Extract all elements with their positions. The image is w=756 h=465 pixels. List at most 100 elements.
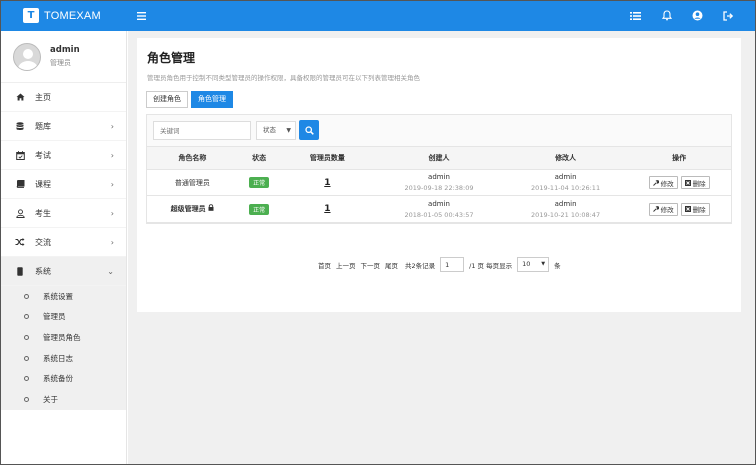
chevron-right-icon: ›	[110, 150, 114, 160]
submenu-label: 系统日志	[43, 353, 73, 363]
database-icon	[15, 121, 25, 131]
sidebar-item-label: 系统	[35, 266, 51, 276]
roles-table: 角色名称 状态 管理员数量 创建人 修改人 操作 普通管理员 正常 1 admi…	[146, 146, 732, 224]
system-submenu: 系统设置 管理员 管理员角色 系统日志 系统备份 关于	[1, 286, 126, 410]
circle-icon	[24, 355, 29, 361]
edit-label: 修改	[660, 179, 674, 188]
delete-label: 删除	[692, 179, 706, 188]
menu-toggle-icon[interactable]	[137, 9, 147, 23]
created-time: 2018-01-05 00:43:57	[404, 210, 474, 219]
admin-count-link[interactable]: 1	[324, 178, 330, 188]
chevron-right-icon: ›	[110, 179, 114, 189]
submenu-item-admins[interactable]: 管理员	[1, 307, 126, 328]
app-frame: T TOMEXAM admin 管理员 主页 题库 › 考试 › 课程 › 考生…	[0, 0, 756, 465]
sidebar-item-home[interactable]: 主页	[1, 83, 126, 112]
pager-last[interactable]: 尾页	[385, 260, 398, 270]
sidebar-item-course[interactable]: 课程 ›	[1, 170, 126, 199]
page-size-select[interactable]: 10 ▼	[517, 257, 550, 272]
delete-icon	[684, 179, 691, 186]
home-icon	[15, 93, 25, 101]
sidebar-item-exam[interactable]: 考试 ›	[1, 141, 126, 170]
keyword-input[interactable]	[153, 121, 251, 140]
phone-icon	[15, 266, 25, 276]
bell-icon[interactable]	[660, 9, 673, 22]
chevron-right-icon: ›	[110, 208, 114, 218]
app-logo[interactable]: T TOMEXAM	[23, 8, 101, 23]
edit-label: 修改	[660, 206, 674, 214]
page-description: 管理员角色用于控制不同类型管理员的操作权限，具备权限的管理员可在以下列表管理相关…	[147, 74, 420, 82]
sidebar-item-question-bank[interactable]: 题库 ›	[1, 112, 126, 141]
list-icon[interactable]	[629, 9, 642, 22]
status-select[interactable]: 状态 ▼	[256, 121, 296, 140]
table-header: 角色名称 状态 管理员数量 创建人 修改人 操作	[147, 147, 731, 170]
sidebar-item-label: 课程	[35, 179, 51, 189]
search-button[interactable]	[299, 120, 319, 140]
status-select-label: 状态	[263, 126, 276, 134]
calendar-icon	[15, 150, 25, 160]
header-admin-count: 管理员数量	[309, 154, 345, 162]
role-name-cell: 超级管理员	[147, 204, 238, 214]
delete-icon	[684, 206, 691, 212]
top-bar: T TOMEXAM	[1, 1, 755, 31]
sidebar-item-forum[interactable]: 交流 ›	[1, 228, 126, 257]
user-name: admin	[50, 45, 80, 55]
header-role-name: 角色名称	[178, 154, 207, 162]
pager-prev[interactable]: 上一页	[336, 260, 356, 270]
search-bar: 状态 ▼	[146, 114, 732, 146]
sidebar-item-label: 交流	[35, 237, 51, 247]
circle-icon	[24, 314, 29, 320]
submenu-item-admin-roles[interactable]: 管理员角色	[1, 327, 126, 348]
shuffle-icon	[15, 238, 25, 246]
role-name: 超级管理员	[170, 205, 206, 213]
chevron-right-icon: ›	[110, 121, 114, 131]
circle-icon	[24, 293, 29, 299]
pager-page-total: /1 页 每页显示	[469, 261, 513, 270]
sign-out-icon[interactable]	[722, 9, 735, 22]
pager-unit: 条	[554, 261, 561, 270]
tab-role-management[interactable]: 角色管理	[191, 91, 233, 108]
sidebar-item-system[interactable]: 系统 ⌄	[1, 257, 126, 286]
sidebar-item-candidate[interactable]: 考生 ›	[1, 199, 126, 228]
logo-mark: T	[23, 8, 39, 23]
creator-name: admin	[428, 199, 450, 208]
submenu-item-about[interactable]: 关于	[1, 389, 126, 410]
page-title: 角色管理	[147, 51, 196, 65]
sidebar-item-label: 主页	[35, 92, 51, 102]
submenu-label: 管理员角色	[43, 332, 81, 342]
delete-button[interactable]: 删除	[680, 176, 710, 189]
page-number-input[interactable]	[440, 257, 465, 272]
submenu-item-settings[interactable]: 系统设置	[1, 286, 126, 307]
edit-button[interactable]: 修改	[648, 202, 678, 216]
page-size-value: 10	[522, 260, 531, 268]
pager-next[interactable]: 下一页	[361, 260, 381, 270]
submenu-label: 关于	[43, 394, 58, 404]
header-creator: 创建人	[428, 154, 450, 162]
modifier-name: admin	[554, 173, 577, 181]
role-name: 普通管理员	[174, 178, 210, 187]
created-time: 2019-09-18 22:38:09	[404, 184, 474, 192]
submenu-item-backup[interactable]: 系统备份	[1, 368, 126, 389]
pager-first[interactable]: 首页	[318, 260, 331, 270]
chevron-down-icon: ⌄	[107, 266, 114, 276]
admin-count-link[interactable]: 1	[324, 204, 330, 214]
sidebar-item-label: 考试	[35, 150, 51, 160]
modified-time: 2019-11-04 10:26:11	[531, 184, 601, 192]
user-role: 管理员	[50, 59, 71, 67]
user-panel: admin 管理员	[1, 31, 126, 83]
user-circle-icon[interactable]	[691, 9, 704, 22]
modifier-name: admin	[554, 199, 577, 208]
header-modifier: 修改人	[555, 154, 577, 162]
pager-total: 共2条记录	[405, 261, 436, 270]
app-name: TOMEXAM	[44, 9, 101, 22]
chevron-right-icon: ›	[110, 237, 114, 247]
circle-icon	[24, 334, 29, 340]
submenu-item-logs[interactable]: 系统日志	[1, 348, 126, 369]
sidebar-item-label: 题库	[35, 121, 51, 131]
circle-icon	[24, 376, 29, 382]
sidebar: admin 管理员 主页 题库 › 考试 › 课程 › 考生 › 交流 › 系统…	[1, 31, 127, 464]
delete-button[interactable]: 删除	[680, 202, 710, 216]
edit-button[interactable]: 修改	[648, 176, 678, 189]
tab-create-role[interactable]: 创建角色	[146, 91, 188, 108]
wrench-icon	[652, 206, 659, 212]
user-icon	[15, 208, 25, 218]
